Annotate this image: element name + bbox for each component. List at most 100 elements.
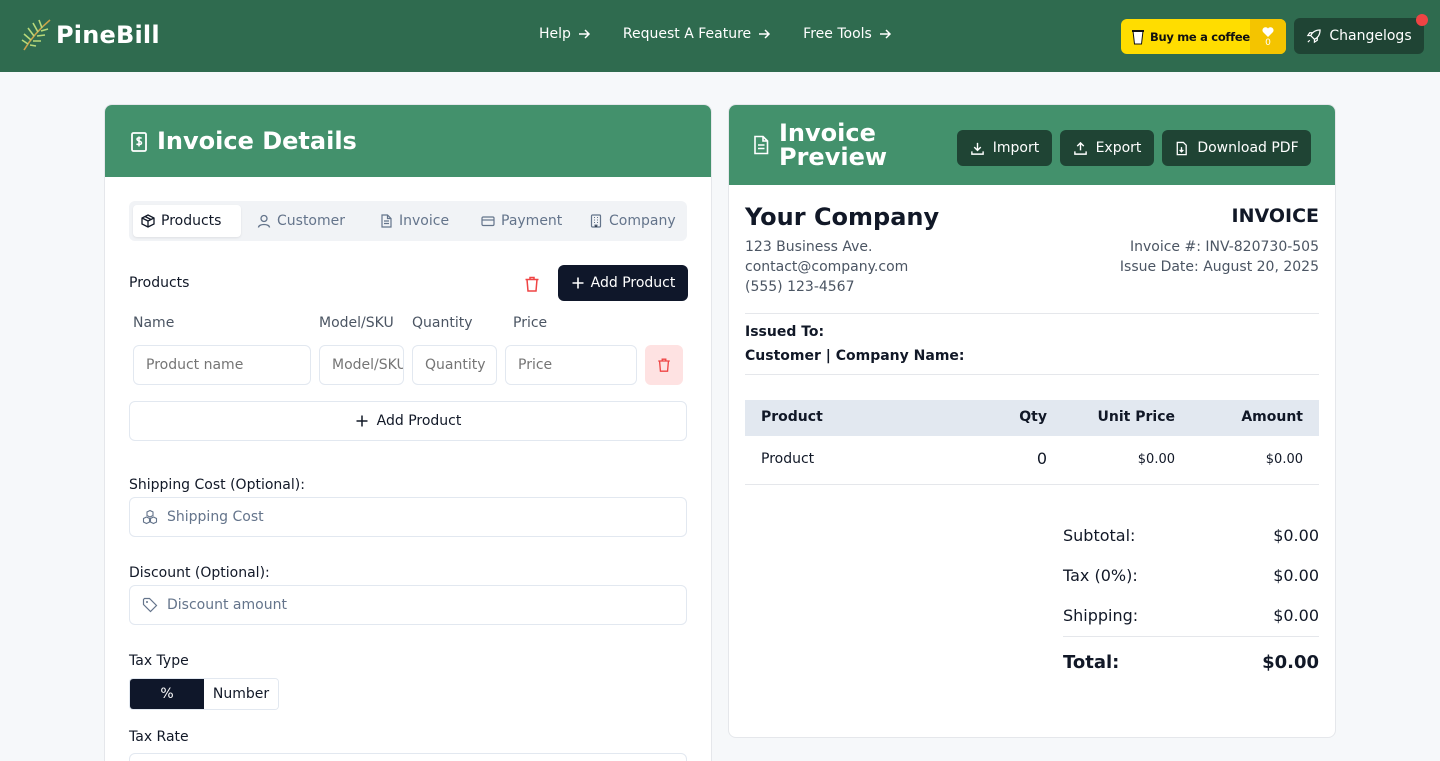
column-model-sku: Model/SKU — [319, 315, 394, 331]
add-product-outline-button[interactable]: Add Product — [129, 401, 687, 441]
product-quantity-input[interactable] — [412, 345, 497, 385]
invoice-preview-title: Invoice Preview — [779, 119, 888, 171]
palm-leaf-icon — [21, 19, 51, 51]
product-sku-input[interactable] — [319, 345, 404, 385]
invoice-details-header: Invoice Details — [105, 105, 711, 177]
company-phone: (555) 123-4567 — [745, 279, 855, 295]
invoice-heading: INVOICE — [1231, 205, 1320, 227]
nav-free-tools-label: Free Tools — [803, 26, 872, 42]
rocket-icon — [1307, 28, 1322, 43]
file-text-icon — [381, 214, 392, 228]
add-product-outline-label: Add Product — [376, 413, 462, 429]
divider — [1063, 636, 1319, 637]
discount-label: Discount (Optional): — [129, 565, 270, 581]
tax-label: Tax (0%): — [1063, 566, 1138, 585]
tab-invoice-label: Invoice — [399, 213, 450, 229]
th-product: Product — [761, 409, 823, 425]
tab-payment[interactable]: Payment — [473, 205, 570, 237]
tax-value: $0.00 — [1273, 566, 1319, 585]
boxes-icon — [142, 509, 158, 525]
main-nav: Help Request A Feature Free Tools — [539, 26, 892, 42]
coffee-count: 0 — [1265, 37, 1271, 48]
arrow-right-icon — [879, 29, 891, 39]
customer-company-label: Customer | Company Name: — [745, 348, 965, 364]
th-amount: Amount — [1241, 409, 1303, 425]
notification-dot — [1416, 14, 1428, 26]
file-text-icon — [754, 135, 769, 155]
tax-type-label: Tax Type — [129, 653, 189, 669]
tab-company[interactable]: Company — [581, 205, 684, 237]
tab-company-label: Company — [609, 213, 676, 229]
tab-invoice[interactable]: Invoice — [371, 205, 457, 237]
company-name: Your Company — [745, 203, 940, 231]
file-download-icon — [1176, 141, 1188, 155]
download-icon — [970, 142, 984, 155]
row-amount: $0.00 — [1265, 452, 1303, 467]
download-pdf-button[interactable]: Download PDF — [1162, 130, 1311, 166]
brand-logo-link[interactable]: PineBill — [20, 18, 160, 52]
issued-to-label: Issued To: — [745, 324, 825, 340]
import-button[interactable]: Import — [957, 130, 1052, 166]
shipping-value: $0.00 — [1273, 606, 1319, 625]
tab-payment-label: Payment — [501, 213, 563, 229]
tax-type-percent-option[interactable]: % — [130, 679, 204, 709]
coffee-cup-icon — [1132, 29, 1144, 44]
divider — [745, 313, 1319, 314]
nav-help-link[interactable]: Help — [539, 26, 591, 42]
tax-type-number-option[interactable]: Number — [204, 679, 278, 709]
invoice-number: Invoice #: INV-820730-505 — [1129, 239, 1319, 255]
export-button[interactable]: Export — [1060, 130, 1154, 166]
coffee-label: Buy me a coffee — [1150, 29, 1250, 44]
trash-icon — [525, 276, 539, 292]
company-email: contact@company.com — [745, 259, 909, 275]
export-label: Export — [1095, 140, 1142, 156]
add-product-label: Add Product — [590, 275, 676, 291]
shipping-cost-input[interactable]: Shipping Cost — [129, 497, 687, 537]
tab-products-label: Products — [161, 213, 222, 229]
company-address: 123 Business Ave. — [745, 239, 873, 255]
details-tabs: Products Customer Invoice Payment Compan… — [129, 201, 687, 241]
invoice-preview-header: Invoice Preview Import Export Download P… — [729, 105, 1335, 185]
products-section-label: Products — [129, 275, 190, 291]
shipping-label: Shipping: — [1063, 606, 1139, 625]
changelogs-button[interactable]: Changelogs — [1294, 18, 1424, 54]
top-navbar: PineBill Help Request A Feature Free Too… — [0, 0, 1440, 72]
plus-icon — [572, 277, 584, 289]
tab-customer-label: Customer — [277, 213, 346, 229]
add-product-button[interactable]: Add Product — [558, 265, 688, 301]
column-quantity: Quantity — [412, 315, 473, 331]
column-name: Name — [133, 315, 175, 331]
heart-icon — [1262, 26, 1274, 37]
product-name-input[interactable] — [133, 345, 311, 385]
credit-card-icon — [481, 216, 495, 227]
buy-me-a-coffee-button[interactable]: Buy me a coffee 0 — [1121, 19, 1286, 54]
upload-icon — [1073, 141, 1087, 155]
coffee-count-badge: 0 — [1250, 19, 1286, 54]
brand-name: PineBill — [56, 21, 160, 49]
receipt-dollar-icon — [131, 132, 147, 152]
tab-products[interactable]: Products — [133, 205, 241, 237]
invoice-details-card: Invoice Details Products Customer Invoic… — [104, 104, 712, 761]
nav-free-tools-link[interactable]: Free Tools — [803, 26, 892, 42]
nav-request-feature-link[interactable]: Request A Feature — [623, 26, 771, 42]
remove-row-button[interactable] — [645, 345, 683, 385]
th-qty: Qty — [1019, 409, 1047, 425]
clear-products-button[interactable] — [521, 273, 543, 295]
tax-rate-label: Tax Rate — [129, 729, 189, 745]
changelogs-label: Changelogs — [1329, 28, 1412, 44]
invoice-preview-card: Invoice Preview Import Export Download P… — [728, 104, 1336, 738]
trash-icon — [658, 358, 670, 372]
product-price-input[interactable] — [505, 345, 637, 385]
shipping-cost-placeholder: Shipping Cost — [167, 509, 264, 525]
subtotal-label: Subtotal: — [1063, 526, 1136, 545]
column-price: Price — [513, 315, 548, 331]
tag-icon — [142, 597, 158, 613]
user-icon — [257, 214, 271, 228]
tab-customer[interactable]: Customer — [249, 205, 353, 237]
building-icon — [590, 214, 602, 228]
discount-input[interactable]: Discount amount — [129, 585, 687, 625]
th-unit-price: Unit Price — [1097, 409, 1175, 425]
tax-rate-input[interactable] — [129, 753, 687, 761]
shipping-cost-label: Shipping Cost (Optional): — [129, 477, 305, 493]
total-label: Total: — [1063, 652, 1120, 673]
